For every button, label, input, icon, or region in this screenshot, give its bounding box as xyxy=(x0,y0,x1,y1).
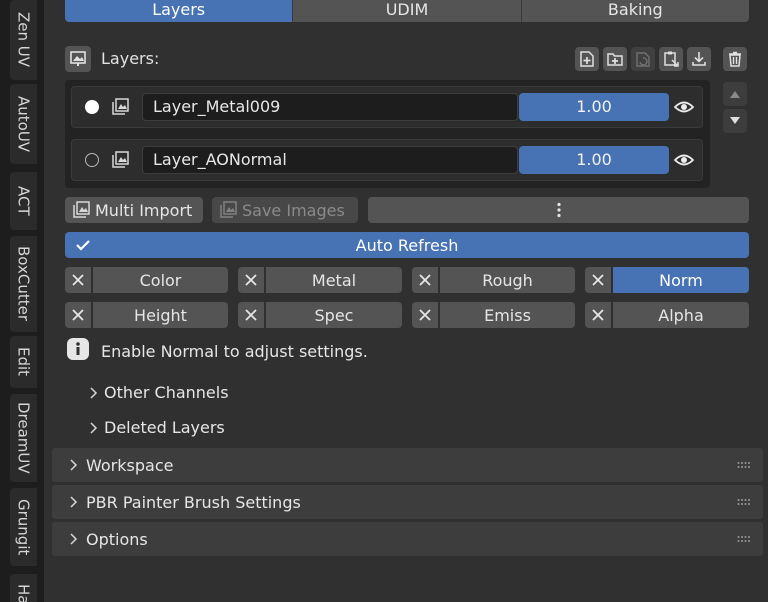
close-icon[interactable] xyxy=(238,267,264,293)
channel-norm-button[interactable]: Norm xyxy=(613,267,749,293)
tab-baking[interactable]: Baking xyxy=(521,0,749,22)
vertical-dots-icon xyxy=(556,202,561,218)
layer-active-radio[interactable] xyxy=(85,100,99,114)
sidebar-tab-edit[interactable]: Edit xyxy=(10,336,37,388)
brush-settings-panel-header[interactable]: PBR Painter Brush Settings xyxy=(52,485,763,519)
close-icon[interactable] xyxy=(65,302,91,328)
eye-icon[interactable] xyxy=(672,96,696,118)
close-icon[interactable] xyxy=(65,267,91,293)
image-stack-icon xyxy=(71,200,91,220)
channel-height-button[interactable]: Height xyxy=(93,302,228,328)
sidebar-tab-ha[interactable]: Ha xyxy=(10,574,37,602)
deleted-layers-toggle[interactable]: Deleted Layers xyxy=(86,418,225,437)
sidebar-tab-label: ACT xyxy=(14,186,33,216)
channel-emiss-button[interactable]: Emiss xyxy=(440,302,575,328)
other-channels-toggle[interactable]: Other Channels xyxy=(86,383,229,402)
sidebar-tab-boxcutter[interactable]: BoxCutter xyxy=(10,236,37,332)
chevron-right-icon xyxy=(70,496,78,508)
image-icon xyxy=(65,46,91,72)
channel-alpha-button[interactable]: Alpha xyxy=(613,302,749,328)
workspace-panel-header[interactable]: Workspace xyxy=(52,448,763,482)
close-icon[interactable] xyxy=(585,302,611,328)
layer-row[interactable]: Layer_AONormal 1.00 xyxy=(71,139,703,181)
pbr-painter-panel: Layers UDIM Baking Layers: Layer_Metal00… xyxy=(52,0,763,602)
move-down-icon[interactable] xyxy=(723,109,747,133)
image-stack-icon xyxy=(109,149,131,171)
drag-handle-icon[interactable] xyxy=(737,498,751,506)
mode-tabs: Layers UDIM Baking xyxy=(65,0,749,22)
channel-metal-button[interactable]: Metal xyxy=(266,267,402,293)
layer-opacity-slider[interactable]: 1.00 xyxy=(519,93,669,121)
chevron-right-icon xyxy=(90,421,98,434)
workspace-label: Workspace xyxy=(86,455,174,475)
save-images-label: Save Images xyxy=(242,200,345,220)
sidebar-tab-label: Edit xyxy=(14,347,33,377)
auto-refresh-toggle[interactable]: Auto Refresh xyxy=(65,232,749,258)
save-images-button[interactable]: Save Images xyxy=(212,197,358,223)
sidebar-tab-zen-uv[interactable]: Zen UV xyxy=(10,0,37,80)
layer-active-radio[interactable] xyxy=(85,153,99,167)
sidebar-tab-act[interactable]: ACT xyxy=(10,172,37,230)
close-icon[interactable] xyxy=(412,302,438,328)
sidebar-tab-grungit[interactable]: Grungit xyxy=(10,488,37,566)
more-options-button[interactable] xyxy=(368,197,749,223)
sidebar-tab-dreamuv[interactable]: DreamUV xyxy=(10,394,37,482)
download-icon[interactable] xyxy=(687,47,711,71)
channel-spec-button[interactable]: Spec xyxy=(266,302,402,328)
close-icon[interactable] xyxy=(238,302,264,328)
channel-rough-button[interactable]: Rough xyxy=(440,267,575,293)
move-up-icon[interactable] xyxy=(723,82,747,106)
close-icon[interactable] xyxy=(412,267,438,293)
multi-import-button[interactable]: Multi Import xyxy=(65,197,203,223)
deleted-layers-label: Deleted Layers xyxy=(104,418,225,437)
refresh-layer-icon[interactable] xyxy=(631,47,655,71)
image-icon xyxy=(218,200,238,220)
layer-name-field[interactable]: Layer_AONormal xyxy=(142,146,518,174)
tab-udim[interactable]: UDIM xyxy=(293,0,522,22)
sidebar-tab-label: BoxCutter xyxy=(14,246,33,322)
sidebar-tab-label: Zen UV xyxy=(14,12,33,68)
options-panel-header[interactable]: Options xyxy=(52,522,763,556)
sidebar-tab-label: Ha xyxy=(14,583,33,602)
options-label: Options xyxy=(86,529,148,549)
image-stack-icon xyxy=(109,96,131,118)
drag-handle-icon[interactable] xyxy=(737,535,751,543)
sidebar-tab-label: AutoUV xyxy=(14,95,33,153)
layers-header-title: Layers: xyxy=(101,49,160,68)
eye-icon[interactable] xyxy=(672,149,696,171)
trash-icon[interactable] xyxy=(723,47,747,71)
new-layer-icon[interactable] xyxy=(575,47,599,71)
layers-list: Layer_Metal009 1.00 Layer_AONormal 1.00 xyxy=(65,80,710,188)
sidebar-tab-label: DreamUV xyxy=(14,402,33,474)
info-icon xyxy=(67,338,89,360)
close-icon[interactable] xyxy=(585,267,611,293)
sidebar-tab-label: Grungit xyxy=(14,498,33,556)
info-message: Enable Normal to adjust settings. xyxy=(101,342,368,361)
check-icon xyxy=(76,240,90,251)
chevron-right-icon xyxy=(70,459,78,471)
other-channels-label: Other Channels xyxy=(104,383,229,402)
auto-refresh-label: Auto Refresh xyxy=(355,235,459,255)
layer-name-field[interactable]: Layer_Metal009 xyxy=(142,93,518,121)
channel-color-button[interactable]: Color xyxy=(93,267,228,293)
layer-row[interactable]: Layer_Metal009 1.00 xyxy=(71,86,703,128)
chevron-right-icon xyxy=(90,386,98,399)
sidebar-tab-strip: Zen UV AutoUV ACT BoxCutter Edit DreamUV… xyxy=(0,0,44,602)
paste-layer-icon[interactable] xyxy=(659,47,683,71)
multi-import-label: Multi Import xyxy=(95,200,193,220)
chevron-right-icon xyxy=(70,533,78,545)
brush-settings-label: PBR Painter Brush Settings xyxy=(86,492,301,512)
tab-layers[interactable]: Layers xyxy=(65,0,294,22)
new-folder-layer-icon[interactable] xyxy=(603,47,627,71)
layer-opacity-slider[interactable]: 1.00 xyxy=(519,146,669,174)
sidebar-tab-autouv[interactable]: AutoUV xyxy=(10,84,37,164)
drag-handle-icon[interactable] xyxy=(737,461,751,469)
